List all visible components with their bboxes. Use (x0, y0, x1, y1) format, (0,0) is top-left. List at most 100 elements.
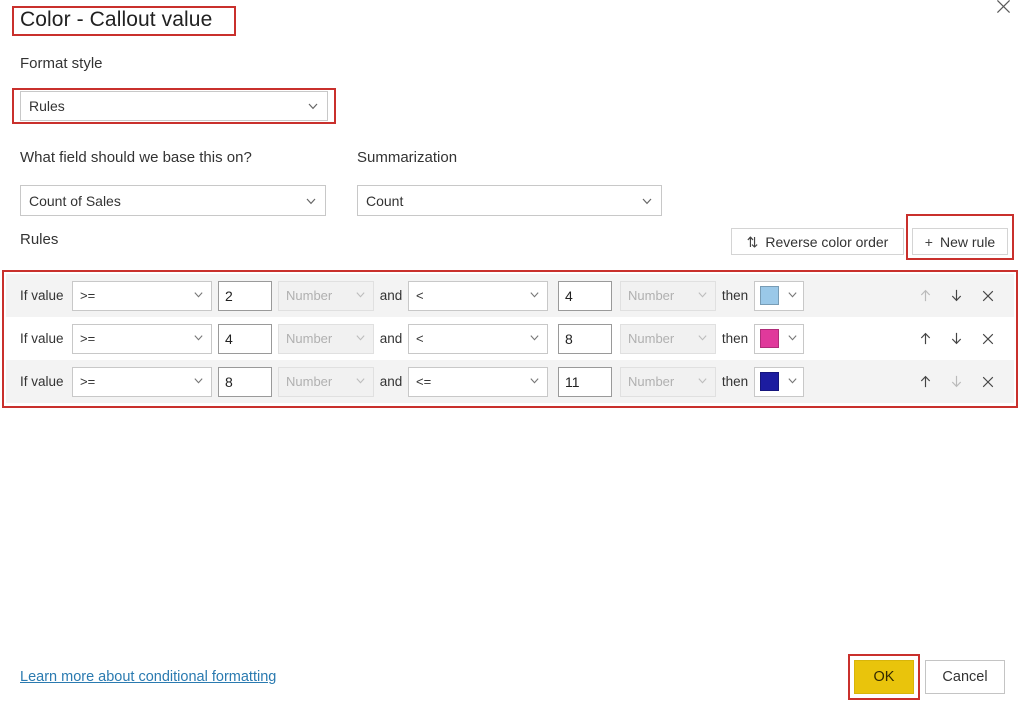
rule-unit-2-value: Number (628, 288, 675, 303)
rule-value-1-input[interactable] (218, 280, 272, 311)
new-rule-button[interactable]: + New rule (912, 228, 1008, 255)
chevron-down-icon (697, 288, 708, 303)
rule-value-2-input[interactable] (558, 323, 612, 354)
base-field-value: Count of Sales (29, 192, 121, 209)
rule-unit-2-value: Number (628, 331, 675, 346)
rule-unit-2-select: Number (620, 323, 716, 354)
chevron-down-icon (193, 374, 204, 389)
and-label: and (379, 288, 403, 303)
chevron-down-icon (787, 330, 798, 348)
chevron-down-icon (355, 374, 366, 389)
then-label: then (721, 288, 749, 303)
summarization-value: Count (366, 192, 404, 209)
delete-rule-button[interactable] (979, 330, 996, 347)
format-style-select[interactable]: Rules (20, 91, 328, 121)
rule-color-picker[interactable] (754, 280, 804, 311)
rule-row-actions (917, 274, 996, 317)
rule-operator-2-value: <= (416, 374, 432, 389)
chevron-down-icon (193, 331, 204, 346)
and-label: and (379, 331, 403, 346)
rule-operator-1-select[interactable]: >= (72, 323, 212, 354)
rule-unit-1-select: Number (278, 280, 374, 311)
rule-unit-1-select: Number (278, 323, 374, 354)
if-value-label: If value (20, 331, 64, 346)
rule-value-1-input[interactable] (218, 366, 272, 397)
rule-row-actions (917, 360, 996, 403)
page-title: Color - Callout value (20, 8, 213, 31)
chevron-down-icon (305, 195, 317, 207)
base-field-label: What field should we base this on? (20, 149, 252, 166)
move-rule-down-button[interactable] (948, 330, 965, 347)
rule-value-2-input[interactable] (558, 366, 612, 397)
rule-operator-2-value: < (416, 331, 424, 346)
chevron-down-icon (787, 373, 798, 391)
plus-icon: + (924, 233, 933, 250)
sort-arrows-icon: ⇅ (746, 233, 759, 250)
if-value-label: If value (20, 288, 64, 303)
close-icon (996, 0, 1010, 13)
rule-value-1-input[interactable] (218, 323, 272, 354)
chevron-down-icon (355, 288, 366, 303)
rule-unit-1-select: Number (278, 366, 374, 397)
rule-unit-2-select: Number (620, 366, 716, 397)
color-swatch-navy-blue (760, 372, 779, 391)
cancel-button[interactable]: Cancel (925, 660, 1005, 694)
chevron-down-icon (641, 195, 653, 207)
rule-row-actions (917, 317, 996, 360)
chevron-down-icon (529, 331, 540, 346)
then-label: then (721, 374, 749, 389)
base-field-select[interactable]: Count of Sales (20, 185, 326, 216)
move-rule-up-button[interactable] (917, 330, 934, 347)
rule-unit-1-value: Number (286, 331, 333, 346)
rule-color-picker[interactable] (754, 323, 804, 354)
close-dialog-button[interactable] (988, 0, 1018, 20)
and-label: and (379, 374, 403, 389)
color-swatch-magenta (760, 329, 779, 348)
move-rule-down-button[interactable] (948, 287, 965, 304)
chevron-down-icon (697, 331, 708, 346)
rule-row: If value >= Number and < Number then (6, 274, 1014, 317)
format-style-label: Format style (20, 55, 103, 72)
rule-operator-1-select[interactable]: >= (72, 280, 212, 311)
delete-rule-button[interactable] (979, 287, 996, 304)
rule-operator-2-value: < (416, 288, 424, 303)
new-rule-label: New rule (939, 233, 996, 250)
summarization-select[interactable]: Count (357, 185, 662, 216)
learn-more-link[interactable]: Learn more about conditional formatting (20, 669, 276, 685)
rule-unit-2-select: Number (620, 280, 716, 311)
reverse-color-order-label: Reverse color order (765, 233, 889, 250)
rule-row: If value >= Number and < Number then (6, 317, 1014, 360)
move-rule-up-button (917, 287, 934, 304)
chevron-down-icon (355, 331, 366, 346)
rules-list: If value >= Number and < Number then If value >=… (6, 274, 1014, 403)
chevron-down-icon (307, 100, 319, 112)
rule-operator-2-select[interactable]: <= (408, 366, 548, 397)
reverse-color-order-button[interactable]: ⇅ Reverse color order (731, 228, 904, 255)
then-label: then (721, 331, 749, 346)
rule-row: If value >= Number and <= Number then (6, 360, 1014, 403)
format-style-value: Rules (29, 98, 65, 114)
rules-label: Rules (20, 231, 59, 248)
rule-unit-2-value: Number (628, 374, 675, 389)
rule-unit-1-value: Number (286, 288, 333, 303)
ok-button[interactable]: OK (854, 660, 914, 694)
rule-operator-2-select[interactable]: < (408, 323, 548, 354)
rule-operator-1-value: >= (80, 374, 96, 389)
chevron-down-icon (529, 288, 540, 303)
color-swatch-light-blue (760, 286, 779, 305)
rule-operator-2-select[interactable]: < (408, 280, 548, 311)
move-rule-up-button[interactable] (917, 373, 934, 390)
rule-value-2-input[interactable] (558, 280, 612, 311)
rule-operator-1-value: >= (80, 288, 96, 303)
if-value-label: If value (20, 374, 64, 389)
summarization-label: Summarization (357, 149, 458, 166)
chevron-down-icon (697, 374, 708, 389)
rule-unit-1-value: Number (286, 374, 333, 389)
rule-color-picker[interactable] (754, 366, 804, 397)
chevron-down-icon (193, 288, 204, 303)
rule-operator-1-value: >= (80, 331, 96, 346)
delete-rule-button[interactable] (979, 373, 996, 390)
chevron-down-icon (529, 374, 540, 389)
rule-operator-1-select[interactable]: >= (72, 366, 212, 397)
chevron-down-icon (787, 287, 798, 305)
